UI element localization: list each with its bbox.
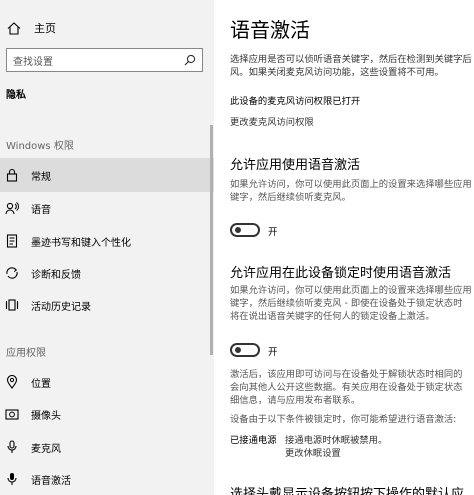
section2-desc-line1: 如果允许访问，你可以使用此页面上的设置来选择哪些应用 <box>230 285 472 296</box>
camera-icon <box>4 407 20 421</box>
home-label: 主页 <box>34 22 56 35</box>
section1-heading: 允许应用使用语音激活 <box>230 158 361 173</box>
intro-text-line1: 选择应用是否可以侦听语音关键字，然后在检测到关键字后 <box>230 54 472 65</box>
search-icon[interactable] <box>184 54 196 66</box>
sidebar-item-voice-activation[interactable]: 语音激活 <box>0 462 214 495</box>
home-icon <box>6 21 22 35</box>
sidebar-item-label: 活动历史记录 <box>31 301 91 313</box>
toggle-knob <box>235 227 241 233</box>
home-link[interactable]: 主页 <box>6 18 56 38</box>
condition-text: 设备由于以下条件被锁定时，你可能希望进行语音激活: <box>230 414 457 425</box>
sidebar-item-label: 语音 <box>31 204 51 216</box>
lock-icon <box>4 168 20 182</box>
toggle-knob <box>235 347 241 353</box>
sidebar-item-label: 墨迹书写和键入个性化 <box>31 237 131 249</box>
sidebar-item-general[interactable]: 常规 <box>0 158 214 192</box>
main-content: 语音激活 选择应用是否可以侦听语音关键字，然后在检测到关键字后 风。如果关闭麦克… <box>230 0 474 495</box>
mic-access-status: 此设备的麦克风访问权限已打开 <box>230 96 361 107</box>
sidebar-item-speech[interactable]: 语音 <box>0 191 214 225</box>
change-sleep-settings-link[interactable]: 更改休眠设置 <box>285 445 341 459</box>
sidebar: 主页 查找设置 隐私 Windows 权限 常规 语音 墨迹书写和键入个性化 诊… <box>0 0 214 495</box>
power-condition-key: 已接通电源 <box>230 435 277 446</box>
section1-desc-line1: 如果允许访问，你可以使用此页面上的设置来选择哪些应用 <box>230 179 472 190</box>
sidebar-item-microphone[interactable]: 麦克风 <box>0 430 214 464</box>
voice-activation-icon <box>4 472 20 486</box>
diagnostics-icon <box>4 266 20 280</box>
speech-icon <box>4 201 20 215</box>
sidebar-item-location[interactable]: 位置 <box>0 365 214 399</box>
sidebar-item-diagnostics[interactable]: 诊断和反馈 <box>0 256 214 290</box>
headset-button-heading: 选择头戴显示设备按钮按下操作的默认应 <box>230 487 465 495</box>
sidebar-scrollbar[interactable] <box>210 125 213 355</box>
sidebar-item-label: 位置 <box>31 378 51 390</box>
voice-activation-toggle-label: 开 <box>268 227 278 238</box>
search-input[interactable]: 查找设置 <box>6 48 203 72</box>
sidebar-item-camera[interactable]: 摄像头 <box>0 397 214 431</box>
windows-permissions-title: Windows 权限 <box>6 141 74 152</box>
section2-desc-line3: 将在说出语音关键字的任何人的锁定设备上激活。 <box>230 311 435 322</box>
note-line1: 激活后，该应用即可访问与在设备处于解锁状态时相同的 <box>230 369 463 380</box>
sidebar-item-label: 语音激活 <box>31 475 71 487</box>
change-mic-access-link[interactable]: 更改麦克风访问权限 <box>230 114 314 128</box>
ink-icon <box>4 234 20 248</box>
privacy-heading: 隐私 <box>6 90 26 101</box>
voice-activation-toggle[interactable] <box>230 223 260 237</box>
section2-heading: 允许应用在此设备锁定时使用语音激活 <box>230 266 452 281</box>
sidebar-item-inking[interactable]: 墨迹书写和键入个性化 <box>0 224 214 258</box>
sidebar-item-label: 麦克风 <box>31 443 61 455</box>
activity-history-icon <box>4 298 20 312</box>
note-line3: 细信息，请与应用发布者联系。 <box>230 395 361 406</box>
intro-text-line2: 风。如果关闭麦克风访问功能，这些设置将不可用。 <box>230 67 444 78</box>
sidebar-item-label: 常规 <box>31 171 51 183</box>
location-icon <box>4 375 20 389</box>
sidebar-item-label: 摄像头 <box>31 410 61 422</box>
microphone-icon <box>4 440 20 454</box>
search-placeholder: 查找设置 <box>13 56 53 68</box>
page-title: 语音激活 <box>230 18 310 42</box>
section2-desc-line2: 键字，然后继续侦听麦克风 - 即使在设备处于锁定状态时 <box>230 298 463 309</box>
section1-desc-line2: 键字，然后继续侦听麦克风。 <box>230 192 351 203</box>
locked-voice-activation-toggle[interactable] <box>230 343 260 357</box>
sidebar-item-label: 诊断和反馈 <box>31 269 81 281</box>
locked-voice-activation-toggle-label: 开 <box>268 347 278 358</box>
app-permissions-title: 应用权限 <box>6 348 46 359</box>
power-condition-row: 已接通电源 接通电源时休眠被禁用。 <box>230 432 387 446</box>
note-line2: 会向其他人公开这些数据。有关应用在设备处于锁定状态 <box>230 382 463 393</box>
sidebar-item-activity-history[interactable]: 活动历史记录 <box>0 288 214 322</box>
